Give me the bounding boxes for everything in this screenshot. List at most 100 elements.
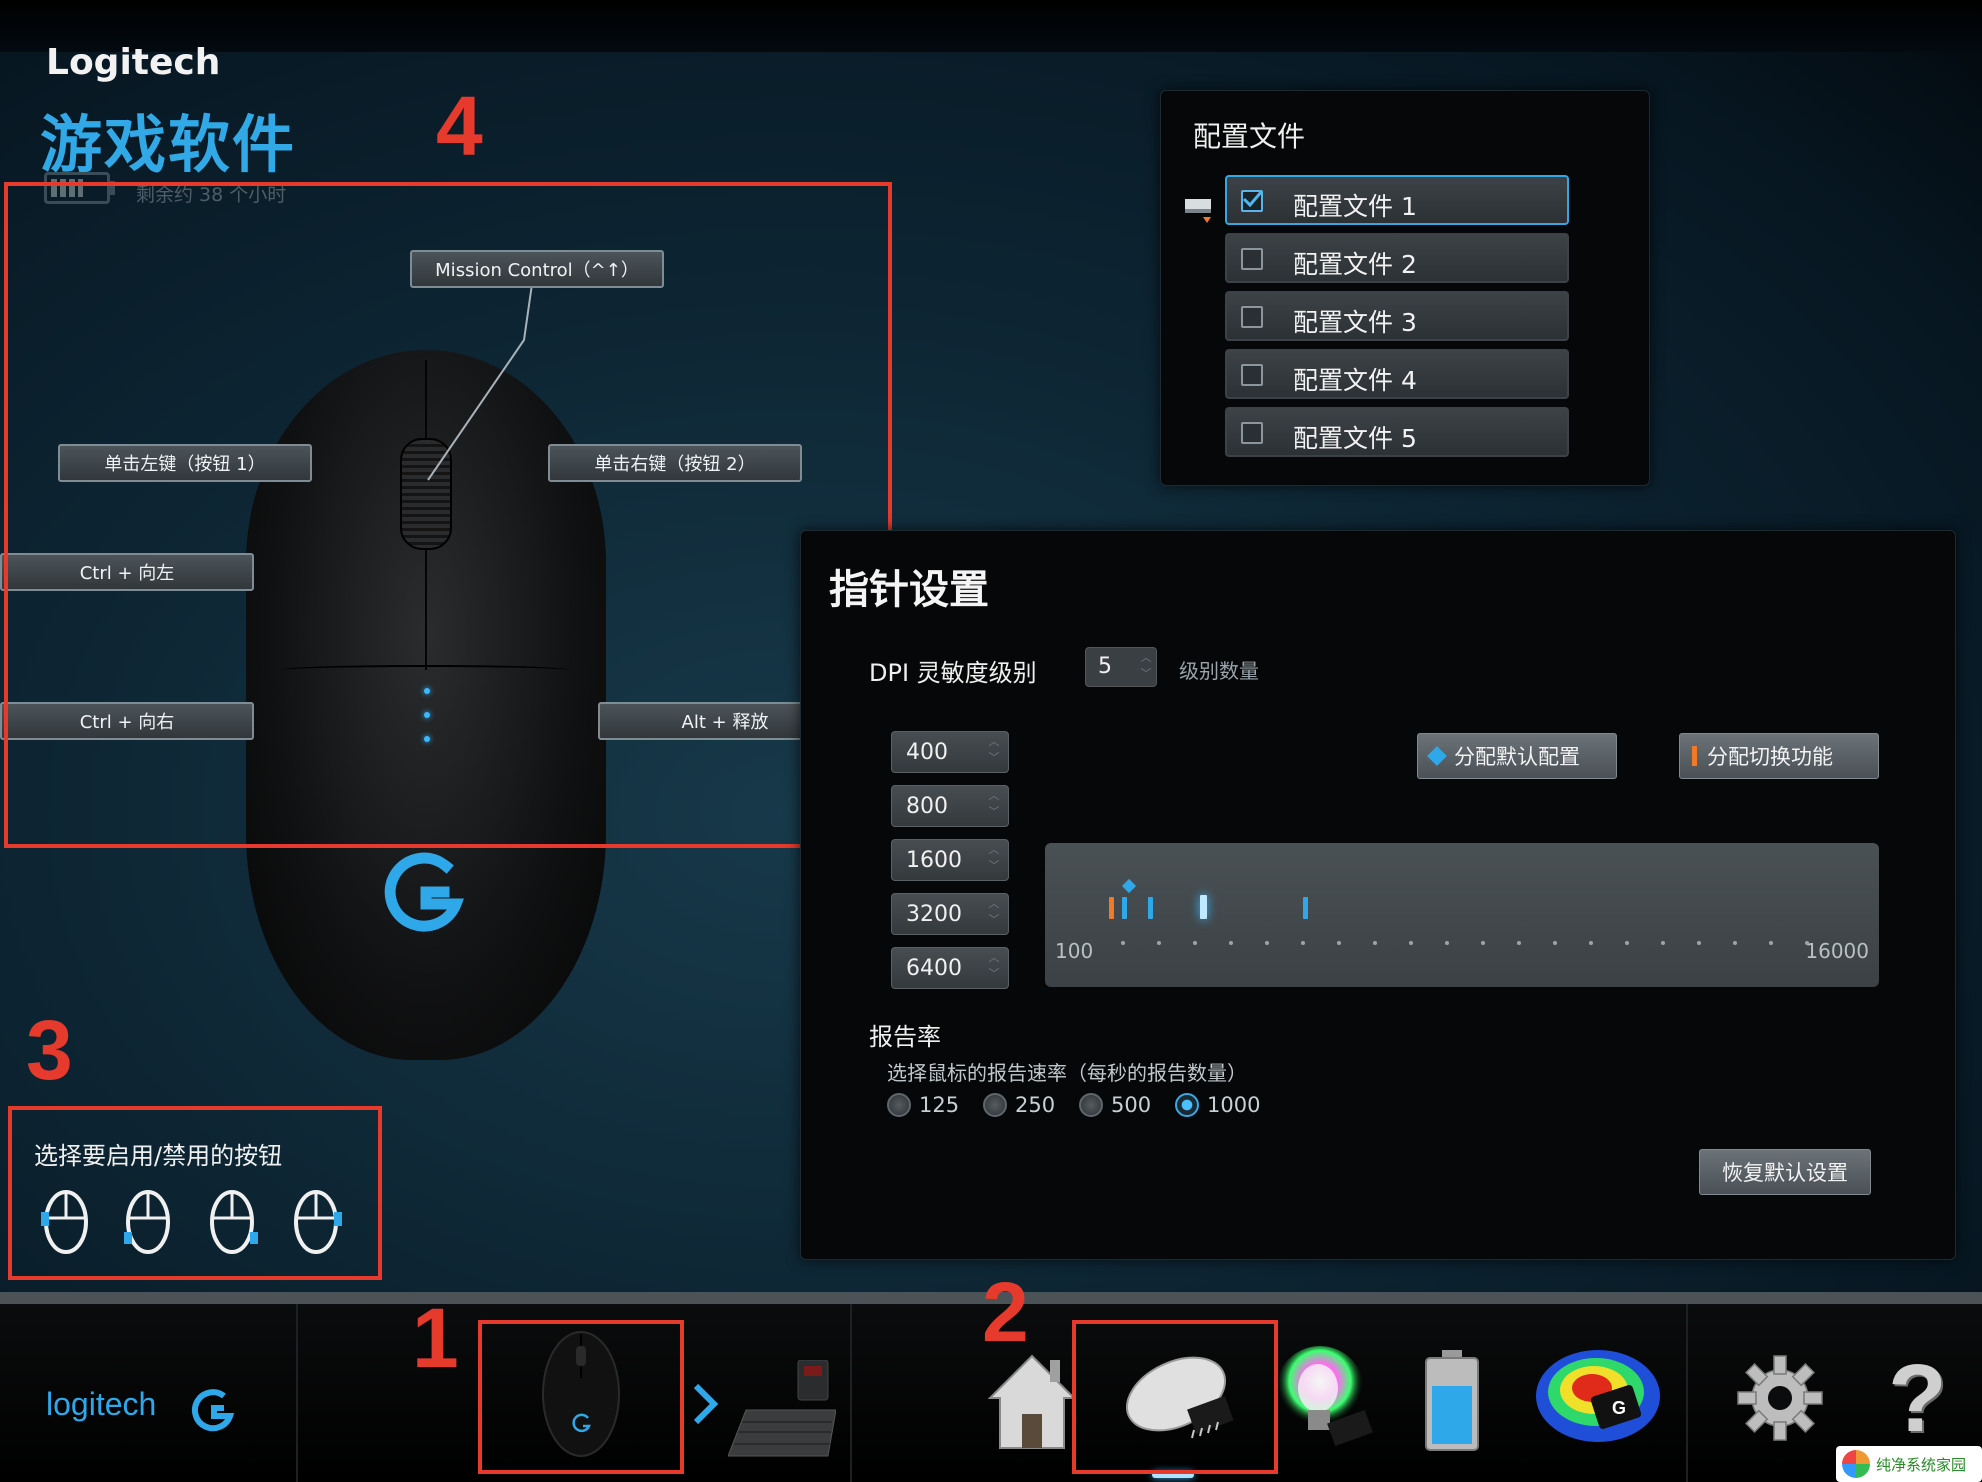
dpi-track-tick [1553,941,1557,945]
watermark: 纯净系统家园 [1836,1446,1982,1482]
shift-dpi-marker[interactable] [1109,897,1114,919]
report-rate-radio-125[interactable] [887,1093,911,1117]
pointer-settings-title: 指针设置 [829,567,989,613]
report-rate-title: 报告率 [869,1023,941,1051]
dpi-track-tick [1409,941,1413,945]
dpi-track-tick [1265,941,1269,945]
bar-separator [1686,1304,1688,1482]
dpi-track-tick [1805,941,1809,945]
stepper-arrows-icon[interactable]: ︿ ﹀ [986,734,1002,770]
annotation-box-1 [478,1320,684,1474]
watermark-text: 纯净系统家园 [1876,1455,1967,1474]
g-logo-icon [384,852,464,932]
dpi-level-field[interactable]: 3200 ︿ ﹀ [891,893,1009,935]
profile-checkbox[interactable] [1241,248,1263,270]
report-rate-radio-250[interactable] [983,1093,1007,1117]
dpi-marker-1600-active[interactable] [1200,895,1207,919]
toggle-side-right-icon[interactable] [208,1184,260,1256]
report-rate-label: 500 [1111,1093,1152,1117]
profile-checkbox[interactable] [1241,364,1263,386]
logitech-g-icon [192,1389,234,1432]
profile-label: 配置文件 4 [1293,366,1417,395]
button-toggle-title: 选择要启用/禁用的按钮 [34,1142,283,1170]
window-top-strip [0,0,1982,52]
lighting-icon[interactable] [1272,1346,1376,1450]
heatmap-icon[interactable]: G [1534,1344,1664,1454]
dpi-level-field[interactable]: 800 ︿ ﹀ [891,785,1009,827]
help-icon[interactable]: ? [1888,1344,1947,1454]
dpi-marker-3200[interactable] [1303,897,1308,919]
profile-item[interactable]: 配置文件 5 [1225,407,1569,457]
keyboard-device-icon[interactable] [728,1360,836,1460]
profile-checkbox[interactable] [1241,422,1263,444]
dpi-track-tick [1625,941,1629,945]
app-title: 游戏软件 [40,108,297,181]
assign-shift-button[interactable]: 分配切换功能 [1679,733,1879,779]
settings-gear-icon[interactable] [1736,1354,1824,1442]
dpi-track-tick [1481,941,1485,945]
brand-label: Logitech [46,42,221,83]
checkmark-icon [1242,190,1263,208]
dpi-track-max-label: 16000 [1805,939,1869,963]
dpi-marker-400[interactable] [1122,897,1127,919]
default-dpi-diamond-icon [1121,878,1137,894]
dpi-level-field[interactable]: 6400 ︿ ﹀ [891,947,1009,989]
dpi-track-tick [1697,941,1701,945]
assign-shift-label: 分配切换功能 [1707,745,1833,769]
report-rate-radio-500[interactable] [1079,1093,1103,1117]
profile-label: 配置文件 2 [1293,250,1417,279]
annotation-number-1: 1 [412,1291,459,1385]
stepper-arrows-icon[interactable]: ︿ ﹀ [986,842,1002,878]
stepper-arrows-icon[interactable]: ︿ ﹀ [1138,650,1154,686]
annotation-box-2 [1072,1320,1278,1474]
assign-default-label: 分配默认配置 [1454,745,1580,769]
bar-separator [296,1304,298,1482]
dpi-track-tick [1733,941,1737,945]
dpi-level-field[interactable]: 1600 ︿ ﹀ [891,839,1009,881]
profile-checkbox[interactable] [1241,190,1263,212]
dpi-level-value: 400 [906,740,948,765]
profile-item[interactable]: 配置文件 4 [1225,349,1569,399]
toggle-side-back-icon[interactable] [122,1184,174,1256]
dpi-track-min-label: 100 [1055,939,1094,963]
toggle-right-button-icon[interactable] [292,1184,344,1256]
stepper-arrows-icon[interactable]: ︿ ﹀ [986,950,1002,986]
report-rate-label: 1000 [1207,1093,1261,1117]
report-rate-radio-1000[interactable] [1175,1093,1199,1117]
stepper-arrows-icon[interactable]: ︿ ﹀ [986,788,1002,824]
profile-label: 配置文件 5 [1293,424,1417,453]
onboard-memory-icon[interactable] [1185,195,1213,225]
dpi-level-count-stepper[interactable]: 5 ︿ ﹀ [1085,647,1157,687]
dpi-slider-track[interactable]: 100 16000 [1045,843,1879,987]
dpi-level-label: DPI 灵敏度级别 [869,659,1037,687]
dpi-track-tick [1229,941,1233,945]
profile-label: 配置文件 3 [1293,308,1417,337]
report-rate-label: 250 [1015,1093,1056,1117]
stepper-arrows-icon[interactable]: ︿ ﹀ [986,896,1002,932]
profile-checkbox[interactable] [1241,306,1263,328]
dpi-level-value: 1600 [906,848,962,873]
dpi-track-tick [1121,941,1125,945]
report-rate-label: 125 [919,1093,960,1117]
battery-icon[interactable] [1422,1350,1482,1452]
annotation-number-4: 4 [436,79,483,173]
toggle-left-button-icon[interactable] [38,1184,90,1256]
assign-default-button[interactable]: 分配默认配置 [1417,733,1617,779]
profile-label: 配置文件 1 [1293,192,1417,221]
dpi-level-field[interactable]: 400 ︿ ﹀ [891,731,1009,773]
dpi-track-tick [1517,941,1521,945]
dpi-marker-800[interactable] [1148,897,1153,919]
bar-separator [850,1304,852,1482]
annotation-box-4 [4,182,892,848]
report-rate-description: 选择鼠标的报告速率（每秒的报告数量） [887,1061,1247,1085]
profile-item[interactable]: 配置文件 2 [1225,233,1569,283]
svg-text:G: G [1612,1398,1626,1418]
profile-item[interactable]: 配置文件 1 [1225,175,1569,225]
next-arrow-icon[interactable] [690,1382,720,1426]
home-icon[interactable] [986,1352,1078,1452]
dpi-level-value: 3200 [906,902,962,927]
profile-item[interactable]: 配置文件 3 [1225,291,1569,341]
dpi-track-tick [1445,941,1449,945]
restore-defaults-button[interactable]: 恢复默认设置 [1699,1149,1871,1195]
dpi-level-value: 800 [906,794,948,819]
